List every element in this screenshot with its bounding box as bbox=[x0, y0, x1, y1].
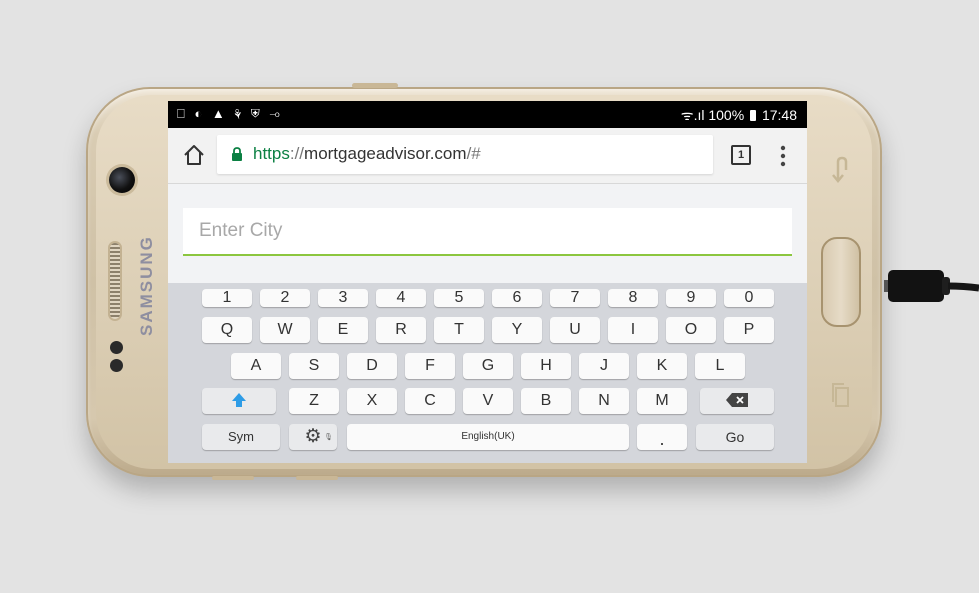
number-key-4[interactable]: 4 bbox=[376, 289, 426, 307]
status-right: ᯤ.ıl 100% 17:48 bbox=[681, 106, 797, 125]
go-key[interactable]: Go bbox=[696, 424, 774, 450]
mic-icon: 🎙 bbox=[324, 434, 333, 441]
on-screen-keyboard: 1234567890 QWERTYUIOP ASDFGHJKL ZXCVBNM … bbox=[168, 283, 807, 463]
settings-key[interactable]: ⚙ 🎙 bbox=[289, 424, 337, 450]
letter-key-j[interactable]: J bbox=[579, 353, 629, 379]
letter-key-y[interactable]: Y bbox=[492, 317, 542, 343]
volume-down-button bbox=[212, 476, 254, 480]
sym-key[interactable]: Sym bbox=[202, 424, 280, 450]
letter-key-f[interactable]: F bbox=[405, 353, 455, 379]
shift-key[interactable] bbox=[202, 388, 276, 414]
letter-key-v[interactable]: V bbox=[463, 388, 513, 414]
letter-key-r[interactable]: R bbox=[376, 317, 426, 343]
letter-key-n[interactable]: N bbox=[579, 388, 629, 414]
letter-key-p[interactable]: P bbox=[724, 317, 774, 343]
letter-key-e[interactable]: E bbox=[318, 317, 368, 343]
home-icon[interactable] bbox=[182, 143, 206, 167]
url-host: mortgageadvisor.com bbox=[304, 144, 467, 163]
number-key-6[interactable]: 6 bbox=[492, 289, 542, 307]
notification-icons: ⎕ ◐ ▲ ⚘ ⛨ ⊸ bbox=[177, 106, 283, 121]
letter-key-i[interactable]: I bbox=[608, 317, 658, 343]
url-text: https://mortgageadvisor.com/# bbox=[253, 144, 481, 164]
letter-key-c[interactable]: C bbox=[405, 388, 455, 414]
volume-up-button bbox=[296, 476, 338, 480]
letter-key-z[interactable]: Z bbox=[289, 388, 339, 414]
battery-percent: 100% bbox=[708, 107, 745, 123]
battery-icon bbox=[750, 110, 757, 121]
number-key-1[interactable]: 1 bbox=[202, 289, 252, 307]
page-content bbox=[168, 184, 807, 283]
number-key-9[interactable]: 9 bbox=[666, 289, 716, 307]
letter-key-x[interactable]: X bbox=[347, 388, 397, 414]
space-key[interactable]: English(UK) bbox=[347, 424, 629, 450]
home-hardware-button[interactable] bbox=[821, 237, 861, 327]
letter-key-t[interactable]: T bbox=[434, 317, 484, 343]
back-softkey-icon[interactable] bbox=[830, 156, 852, 190]
letter-key-k[interactable]: K bbox=[637, 353, 687, 379]
earpiece-speaker bbox=[110, 243, 120, 319]
clock: 17:48 bbox=[761, 107, 797, 123]
letter-key-d[interactable]: D bbox=[347, 353, 397, 379]
number-key-3[interactable]: 3 bbox=[318, 289, 368, 307]
signal-icon: ᯤ.ıl bbox=[680, 107, 705, 123]
letter-key-l[interactable]: L bbox=[695, 353, 745, 379]
letter-key-m[interactable]: M bbox=[637, 388, 687, 414]
number-key-8[interactable]: 8 bbox=[608, 289, 658, 307]
number-key-0[interactable]: 0 bbox=[724, 289, 774, 307]
front-camera bbox=[109, 167, 135, 193]
usb-cable bbox=[884, 267, 979, 305]
number-key-5[interactable]: 5 bbox=[434, 289, 484, 307]
letter-key-h[interactable]: H bbox=[521, 353, 571, 379]
light-sensor bbox=[110, 359, 123, 372]
phone-screen: ⎕ ◐ ▲ ⚘ ⛨ ⊸ ᯤ.ıl 100% 17:48 https://mort… bbox=[168, 101, 807, 463]
browser-toolbar: https://mortgageadvisor.com/# 1 bbox=[168, 128, 807, 184]
letter-key-s[interactable]: S bbox=[289, 353, 339, 379]
status-bar: ⎕ ◐ ▲ ⚘ ⛨ ⊸ ᯤ.ıl 100% 17:48 bbox=[168, 101, 807, 128]
city-input[interactable] bbox=[183, 208, 792, 256]
letter-key-b[interactable]: B bbox=[521, 388, 571, 414]
proximity-sensor bbox=[110, 341, 123, 354]
recent-apps-softkey-icon[interactable] bbox=[831, 382, 851, 414]
gear-icon: ⚙ bbox=[304, 426, 322, 447]
url-scheme: https bbox=[253, 144, 290, 163]
brand-logo: SAMSUNG bbox=[137, 235, 156, 336]
url-path: /# bbox=[466, 144, 481, 163]
letter-key-o[interactable]: O bbox=[666, 317, 716, 343]
overflow-menu-icon[interactable] bbox=[780, 145, 786, 167]
tab-switcher-button[interactable]: 1 bbox=[731, 145, 751, 165]
letter-key-a[interactable]: A bbox=[231, 353, 281, 379]
letter-key-g[interactable]: G bbox=[463, 353, 513, 379]
letter-key-q[interactable]: Q bbox=[202, 317, 252, 343]
backspace-key[interactable] bbox=[700, 388, 774, 414]
address-bar[interactable]: https://mortgageadvisor.com/# bbox=[217, 135, 713, 174]
letter-key-w[interactable]: W bbox=[260, 317, 310, 343]
letter-key-u[interactable]: U bbox=[550, 317, 600, 343]
period-key[interactable]: . bbox=[637, 424, 687, 450]
number-key-2[interactable]: 2 bbox=[260, 289, 310, 307]
number-key-7[interactable]: 7 bbox=[550, 289, 600, 307]
phone-top-button bbox=[352, 83, 398, 88]
lock-icon bbox=[231, 147, 243, 161]
url-separator: :// bbox=[289, 144, 305, 163]
